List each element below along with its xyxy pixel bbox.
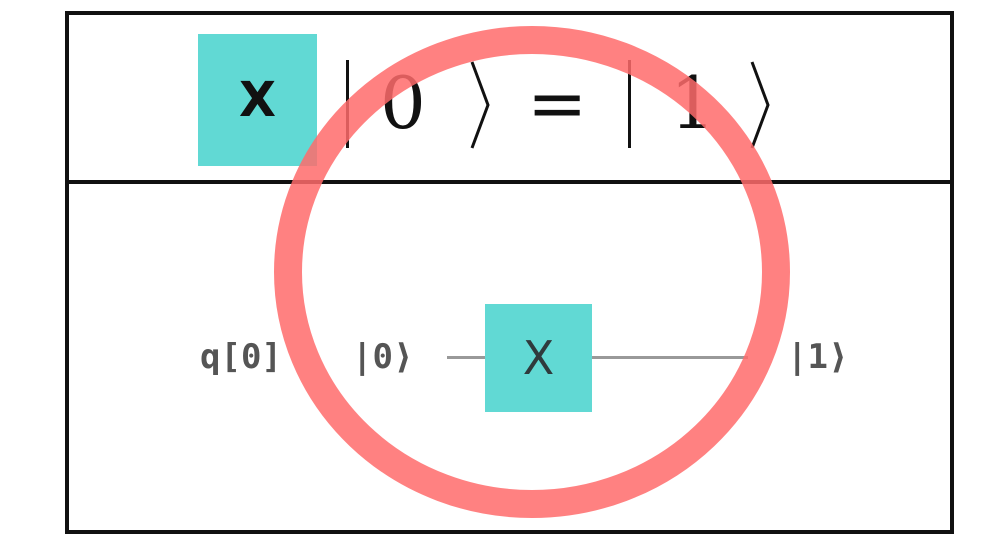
output-ket-bar (628, 60, 631, 148)
output-ket-angle (750, 61, 770, 149)
wire-left (447, 356, 485, 359)
panel-divider (65, 180, 954, 184)
equation-gate-label: X (238, 72, 276, 128)
output-ket: |1⟩ (787, 337, 849, 377)
qubit-label: q[0] (200, 337, 282, 377)
circuit-x-gate: X (485, 304, 592, 412)
input-ket: |0⟩ (352, 337, 414, 377)
input-ket-bar (346, 60, 349, 148)
wire-right (592, 356, 748, 359)
equation-input-state: 0 (380, 61, 426, 145)
equation-x-gate: X (198, 34, 317, 166)
circuit-gate-label: X (522, 331, 555, 385)
input-ket-angle (470, 61, 490, 149)
equation-equals-sign: = (527, 61, 588, 145)
equation-output-state: 1 (670, 61, 716, 145)
